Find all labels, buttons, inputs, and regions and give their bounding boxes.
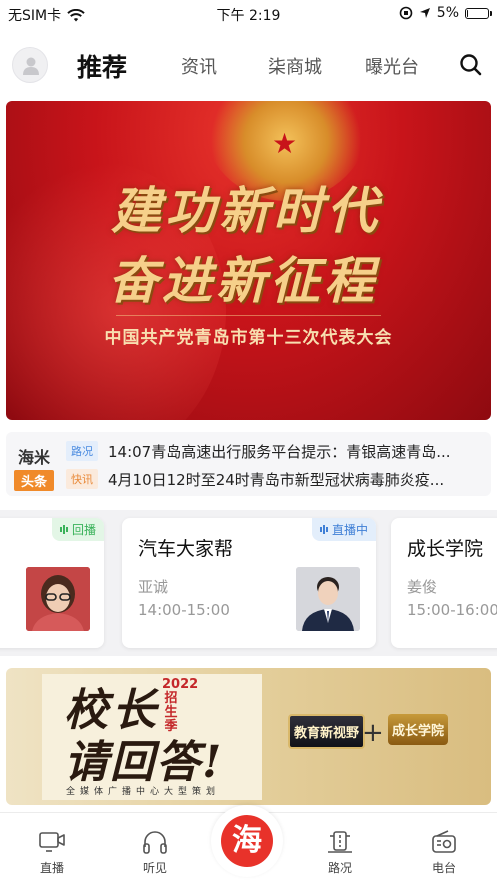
- program-card-growth-academy[interactable]: 成长学院 姜俊 15:00-16:00: [391, 518, 497, 648]
- search-icon[interactable]: [459, 53, 483, 77]
- host-photo: [26, 567, 90, 631]
- avatar-icon: [23, 57, 39, 75]
- avatar[interactable]: [12, 47, 48, 83]
- audio-bars-icon: [319, 525, 328, 534]
- tab-mall-label: 柒商城: [268, 57, 322, 78]
- banner-divider: [116, 315, 381, 316]
- battery-icon: [465, 7, 492, 19]
- orientation-lock-icon: [399, 6, 413, 20]
- star-icon: ★: [272, 127, 298, 160]
- status-bar: 无SIM卡 下午 2:19 5%: [0, 0, 497, 28]
- growth-academy-badge: 成长学院: [388, 714, 449, 745]
- program-carousel[interactable]: 回播 直播中 汽车大家帮 亚诚 14:00-15:00 成长学院 姜俊 15:0…: [0, 510, 497, 656]
- haimi-logo: 海米 头条: [14, 444, 54, 491]
- news-item[interactable]: 路况 14:07青岛高速出行服务平台提示：青银高速青岛...: [66, 440, 486, 462]
- nav-traffic-label: 路况: [327, 861, 352, 875]
- education-horizon-badge: 教育新视野: [288, 714, 366, 749]
- promo-headline-2: 请回答!: [64, 737, 224, 788]
- live-badge-label: 直播中: [331, 523, 368, 537]
- promo-banner[interactable]: 校长 请回答! 2022招生季 全媒体广播中心大型策划 教育新视野 + 成长学院: [6, 668, 491, 805]
- program-time: 15:00-16:00: [407, 601, 497, 619]
- tab-news[interactable]: 资讯: [181, 53, 217, 79]
- bottom-nav: 直播 听见 海 路况 电台: [0, 805, 497, 883]
- haimi-center-icon: 海: [221, 815, 273, 867]
- news-item[interactable]: 快讯 4月10日12时至24时青岛市新型冠状病毒肺炎疫...: [66, 468, 486, 490]
- news-tag-traffic: 路况: [66, 441, 98, 461]
- program-title: 汽车大家帮: [138, 538, 234, 560]
- logo-top-text: 海米: [17, 448, 50, 467]
- live-video-icon: [39, 832, 65, 852]
- tab-exposure-label: 曝光台: [365, 57, 419, 78]
- banner-headline-2: 奋进新征程: [108, 251, 378, 310]
- logo-bottom-text: 头条: [14, 470, 54, 491]
- news-ticker: 海米 头条 路况 14:07青岛高速出行服务平台提示：青银高速青岛... 快讯 …: [6, 432, 491, 496]
- nav-radio-label: 电台: [431, 861, 456, 875]
- news-text: 14:07青岛高速出行服务平台提示：青银高速青岛...: [108, 442, 451, 461]
- nav-live[interactable]: 直播: [22, 829, 82, 876]
- hero-banner[interactable]: ★ 建功新时代 奋进新征程 中国共产党青岛市第十三次代表大会: [6, 101, 491, 420]
- nav-live-label: 直播: [39, 861, 64, 875]
- location-arrow-icon: [419, 8, 430, 18]
- plus-sign: +: [362, 718, 384, 748]
- battery-fill: [467, 9, 468, 17]
- program-host: 姜俊: [407, 578, 438, 596]
- replay-badge-label: 回播: [71, 523, 96, 537]
- tab-recommend-label: 推荐: [77, 53, 128, 82]
- headphones-icon: [143, 831, 167, 854]
- tab-exposure[interactable]: 曝光台: [365, 53, 419, 79]
- program-card-car-help[interactable]: 直播中 汽车大家帮 亚诚 14:00-15:00: [122, 518, 376, 648]
- battery-percent: 5%: [436, 5, 459, 21]
- replay-badge: 回播: [51, 518, 104, 541]
- host-portrait-image: [296, 567, 360, 631]
- audio-bars-icon: [59, 525, 68, 534]
- tab-recommend[interactable]: 推荐: [77, 48, 127, 84]
- program-title: 成长学院: [407, 538, 484, 560]
- nav-listen-label: 听见: [142, 861, 167, 875]
- host-photo: [296, 567, 360, 631]
- program-host: 亚诚: [138, 578, 169, 596]
- traffic-icon: [328, 831, 352, 853]
- radio-icon: [432, 830, 456, 853]
- live-badge: 直播中: [311, 518, 376, 541]
- haimi-center-button[interactable]: 海: [211, 805, 283, 877]
- nav-traffic[interactable]: 路况: [310, 829, 370, 876]
- tab-mall[interactable]: 柒商城: [268, 53, 322, 79]
- promo-year-label: 2022招生季: [162, 677, 198, 734]
- news-tag-flash: 快讯: [66, 469, 98, 489]
- program-time: 14:00-15:00: [138, 601, 230, 619]
- tab-news-label: 资讯: [181, 57, 217, 78]
- promo-footer: 全媒体广播中心大型策划: [66, 787, 221, 797]
- banner-headline-1: 建功新时代: [111, 181, 381, 240]
- nav-listen[interactable]: 听见: [125, 829, 185, 876]
- host-portrait-image: [26, 567, 90, 631]
- program-card-replay[interactable]: 回播: [0, 518, 104, 648]
- news-text: 4月10日12时至24时青岛市新型冠状病毒肺炎疫...: [108, 470, 445, 489]
- nav-radio[interactable]: 电台: [414, 829, 474, 876]
- top-nav: 推荐 资讯 柒商城 曝光台: [0, 36, 497, 94]
- banner-subtitle: 中国共产党青岛市第十三次代表大会: [104, 328, 393, 348]
